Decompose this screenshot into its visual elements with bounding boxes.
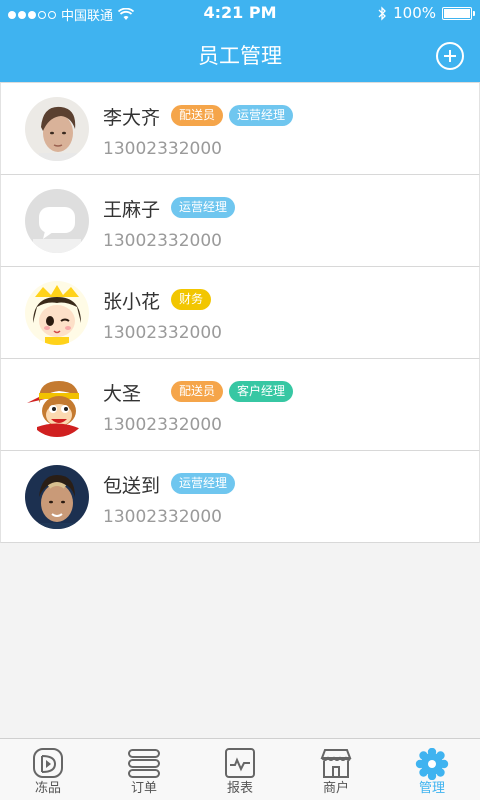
- staff-row[interactable]: 李大齐 配送员 运营经理 13002332000: [0, 83, 480, 175]
- staff-row[interactable]: 王麻子 运营经理 13002332000: [0, 175, 480, 267]
- staff-name: 王麻子: [103, 199, 161, 221]
- tab-reports[interactable]: 报表: [192, 739, 288, 800]
- tab-label: 报表: [226, 781, 253, 796]
- staff-row[interactable]: 包送到 运营经理 13002332000: [0, 451, 480, 543]
- role-tag: 运营经理: [229, 105, 294, 126]
- battery-icon: [442, 6, 475, 20]
- cartoon-girl-avatar: [25, 281, 89, 345]
- staff-phone: 13002332000: [103, 139, 222, 159]
- role-tag: 客户经理: [229, 381, 294, 402]
- staff-name: 李大齐: [103, 107, 161, 129]
- cartoon-monkey-avatar: [25, 373, 89, 437]
- tab-label: 订单: [130, 781, 157, 796]
- page-title: 员工管理: [198, 44, 282, 68]
- header: 中国联通 4:21 PM 100% 员工管理: [0, 0, 480, 82]
- battery-percent: 100%: [393, 4, 436, 22]
- role-tag: 财务: [171, 289, 212, 310]
- role-tags: 运营经理: [171, 197, 236, 218]
- tab-manage[interactable]: 管理: [384, 739, 480, 800]
- orders-list-icon: [128, 749, 160, 778]
- tab-label: 冻品: [34, 781, 61, 796]
- bluetooth-icon: [378, 5, 387, 21]
- staff-name: 张小花: [103, 291, 161, 313]
- tab-orders[interactable]: 订单: [96, 739, 192, 800]
- role-tag: 运营经理: [171, 473, 236, 494]
- staff-name: 包送到: [103, 475, 161, 497]
- staff-phone: 13002332000: [103, 507, 222, 527]
- status-bar: 中国联通 4:21 PM 100%: [0, 0, 480, 28]
- report-chart-icon: [225, 748, 255, 778]
- storefront-icon: [320, 749, 352, 778]
- role-tags: 运营经理: [171, 473, 236, 494]
- role-tag: 配送员: [171, 381, 224, 402]
- role-tags: 配送员 客户经理: [171, 381, 294, 402]
- staff-list: 李大齐 配送员 运营经理 13002332000 王麻子 运营经理 130023…: [0, 82, 480, 543]
- role-tags: 财务: [171, 289, 212, 310]
- role-tag: 运营经理: [171, 197, 236, 218]
- frozen-goods-icon: [33, 748, 63, 778]
- tab-label: 商户: [322, 781, 349, 796]
- staff-name: 大圣: [103, 383, 142, 405]
- staff-phone: 13002332000: [103, 323, 222, 343]
- male-portrait-avatar: [25, 97, 89, 161]
- manage-gear-icon: [415, 748, 449, 780]
- role-tag: 配送员: [171, 105, 224, 126]
- staff-phone: 13002332000: [103, 231, 222, 251]
- staff-phone: 13002332000: [103, 415, 222, 435]
- tab-frozen-goods[interactable]: 冻品: [0, 739, 96, 800]
- add-staff-button[interactable]: [436, 42, 464, 70]
- tab-label: 管理: [418, 781, 445, 796]
- status-right: 100%: [377, 4, 475, 22]
- role-tags: 配送员 运营经理: [171, 105, 294, 126]
- staff-row[interactable]: 张小花 财务 13002332000: [0, 267, 480, 359]
- staff-row[interactable]: 大圣 配送员 客户经理 13002332000: [0, 359, 480, 451]
- tab-merchants[interactable]: 商户: [288, 739, 384, 800]
- male-portrait-avatar-2: [25, 465, 89, 529]
- tab-bar: 冻品 订单 报表 商户 管理: [0, 738, 480, 800]
- default-user-avatar: [25, 189, 89, 253]
